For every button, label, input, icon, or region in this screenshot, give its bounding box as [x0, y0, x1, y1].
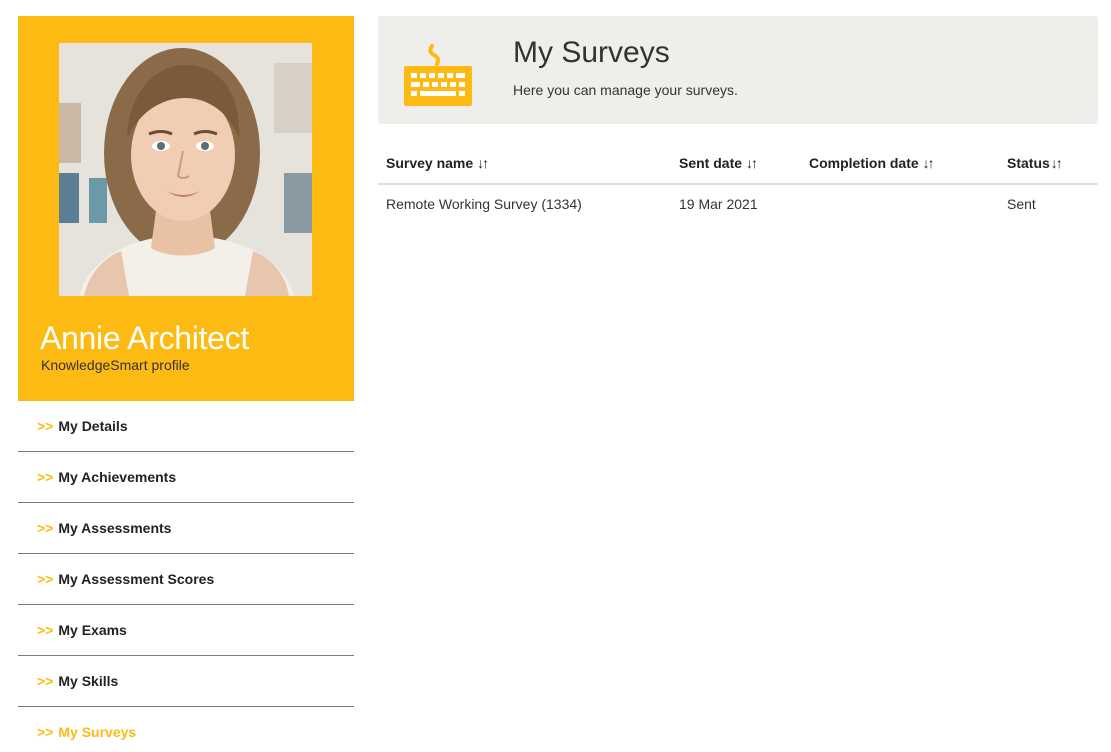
- nav-item-my-exams[interactable]: >> My Exams: [18, 605, 354, 656]
- nav-item-my-achievements[interactable]: >> My Achievements: [18, 452, 354, 503]
- profile-name: Annie Architect: [40, 320, 249, 356]
- nav-arrow: >>: [37, 724, 54, 740]
- nav-item-label: My Achievements: [58, 469, 177, 485]
- avatar: [59, 43, 312, 296]
- nav-item-my-skills[interactable]: >> My Skills: [18, 656, 354, 707]
- nav-arrow: >>: [37, 673, 54, 689]
- column-label: Sent date: [679, 155, 743, 171]
- nav-item-label: My Surveys: [58, 724, 137, 740]
- completion-date-cell: [801, 184, 999, 222]
- table-row[interactable]: Remote Working Survey (1334) 19 Mar 2021…: [378, 184, 1098, 222]
- column-header-sent-date[interactable]: Sent date ↓↑: [671, 143, 801, 185]
- sort-icon: ↓↑: [746, 155, 758, 171]
- survey-name-cell: Remote Working Survey (1334): [386, 195, 582, 212]
- nav-item-label: My Assessment Scores: [58, 571, 215, 587]
- nav-item-label: My Exams: [58, 622, 127, 638]
- nav-item-label: My Assessments: [58, 520, 172, 536]
- profile-subtitle: KnowledgeSmart profile: [41, 357, 190, 373]
- avatar-photo: [59, 43, 312, 296]
- nav-item-label: My Details: [58, 418, 128, 434]
- nav-item-label: My Skills: [58, 673, 119, 689]
- page-subtitle: Here you can manage your surveys.: [513, 82, 738, 98]
- nav-arrow: >>: [37, 571, 54, 587]
- column-header-completion-date[interactable]: Completion date ↓↑: [801, 143, 999, 185]
- column-header-status[interactable]: Status↓↑: [999, 143, 1098, 185]
- sent-date-cell: 19 Mar 2021: [679, 195, 758, 212]
- column-label: Status: [1007, 155, 1050, 171]
- sort-icon: ↓↑: [477, 155, 489, 171]
- status-cell: Sent: [1007, 195, 1036, 212]
- nav-arrow: >>: [37, 469, 54, 485]
- nav-item-my-details[interactable]: >> My Details: [18, 401, 354, 452]
- column-label: Survey name: [386, 155, 474, 171]
- nav-item-my-assessments[interactable]: >> My Assessments: [18, 503, 354, 554]
- main-content: My Surveys Here you can manage your surv…: [378, 16, 1098, 222]
- page-header: My Surveys Here you can manage your surv…: [378, 16, 1098, 124]
- page-title: My Surveys: [513, 36, 670, 69]
- nav-arrow: >>: [37, 418, 54, 434]
- column-label: Completion date: [809, 155, 919, 171]
- keyboard-icon: [404, 44, 474, 113]
- nav-arrow: >>: [37, 622, 54, 638]
- surveys-table: Survey name ↓↑ Sent date ↓↑ Completion dat…: [378, 143, 1098, 222]
- sort-icon: ↓↑: [1050, 155, 1063, 171]
- page: Annie Architect KnowledgeSmart profile >…: [0, 0, 1111, 752]
- sort-icon: ↓↑: [922, 155, 935, 171]
- profile-card: Annie Architect KnowledgeSmart profile: [18, 16, 354, 401]
- sidebar: Annie Architect KnowledgeSmart profile >…: [18, 16, 354, 752]
- nav-arrow: >>: [37, 520, 54, 536]
- sidebar-nav: >> My Details >> My Achievements >> My A…: [18, 401, 354, 752]
- column-header-survey-name[interactable]: Survey name ↓↑: [378, 143, 671, 185]
- nav-item-my-assessment-scores[interactable]: >> My Assessment Scores: [18, 554, 354, 605]
- table-header-row: Survey name ↓↑ Sent date ↓↑ Completion dat…: [378, 143, 1098, 185]
- nav-item-my-surveys[interactable]: >> My Surveys: [18, 707, 354, 752]
